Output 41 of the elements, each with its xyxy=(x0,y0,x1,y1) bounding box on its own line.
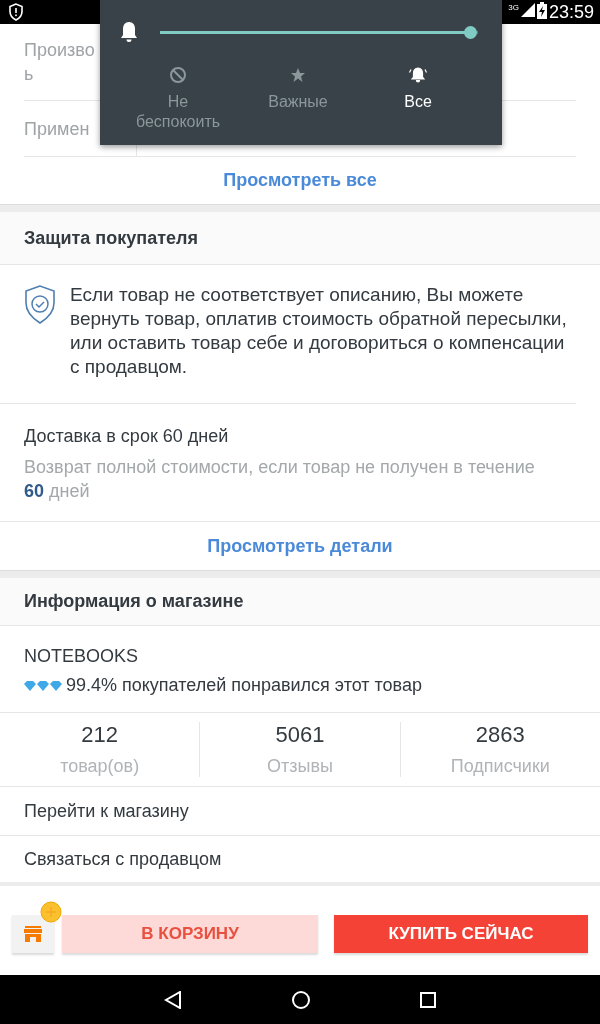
network-type: 3G xyxy=(508,3,519,12)
store-action[interactable]: Перейти к магазину xyxy=(0,787,600,836)
stat-label: Подписчики xyxy=(450,756,550,777)
clock: 23:59 xyxy=(548,1,594,23)
buy-now-button[interactable]: КУПИТЬ СЕЙЧАС xyxy=(334,914,588,953)
store-icon xyxy=(24,925,42,942)
stat-value: 5061 xyxy=(275,722,325,748)
signal-icon xyxy=(520,3,535,17)
bell-icon xyxy=(118,20,140,44)
bell-ringing-icon xyxy=(408,66,428,84)
diamond-rating-icon xyxy=(24,680,62,691)
star-icon xyxy=(289,66,307,84)
stat-label: товар(ов) xyxy=(60,756,140,777)
rating-text: 99.4% покупателей понравился этот товар xyxy=(66,675,422,696)
stat-label: Отзывы xyxy=(267,756,333,777)
stat-value: 2863 xyxy=(475,722,525,748)
volume-slider[interactable] xyxy=(160,25,478,39)
add-to-cart-button[interactable]: В КОРЗИНУ xyxy=(62,914,318,953)
mode-option[interactable]: Не беспокоить xyxy=(118,66,238,132)
stat-value: 212 xyxy=(81,722,118,748)
shield-check-icon xyxy=(24,285,56,325)
delivery-title: Доставка в срок 60 дней xyxy=(24,426,230,447)
coin-badge-icon xyxy=(40,900,62,923)
delivery-text: Возврат полной стоимости, если товар не получен в течение 60 дней xyxy=(24,456,536,503)
mode-option[interactable]: Все xyxy=(358,66,478,132)
spec-label: Произво ь xyxy=(24,39,95,86)
spec-label: Примен xyxy=(24,117,90,141)
protection-text: Если товар не соответствует описанию, Вы можете вернуть товар, оплатив стоимость обратной пересылки, или оставить товар себе и договориться о компенсации с продавцом. xyxy=(70,283,568,379)
mode-option[interactable]: Важные xyxy=(238,66,358,132)
do-not-disturb-icon xyxy=(169,66,187,84)
section-title: Информация о магазине xyxy=(0,578,600,626)
view-all-link[interactable]: Просмотреть все xyxy=(0,157,600,204)
section-title: Защита покупателя xyxy=(0,212,600,265)
store-name: NOTEBOOKS xyxy=(23,645,140,668)
home-icon[interactable] xyxy=(292,990,310,1009)
shield-alert-icon xyxy=(8,3,24,21)
store-action[interactable]: Связаться с продавцом xyxy=(0,836,600,886)
back-icon[interactable] xyxy=(164,990,182,1009)
slider-thumb[interactable] xyxy=(464,25,477,39)
recents-icon[interactable] xyxy=(420,991,436,1008)
view-details-link[interactable]: Просмотреть детали xyxy=(0,522,600,570)
